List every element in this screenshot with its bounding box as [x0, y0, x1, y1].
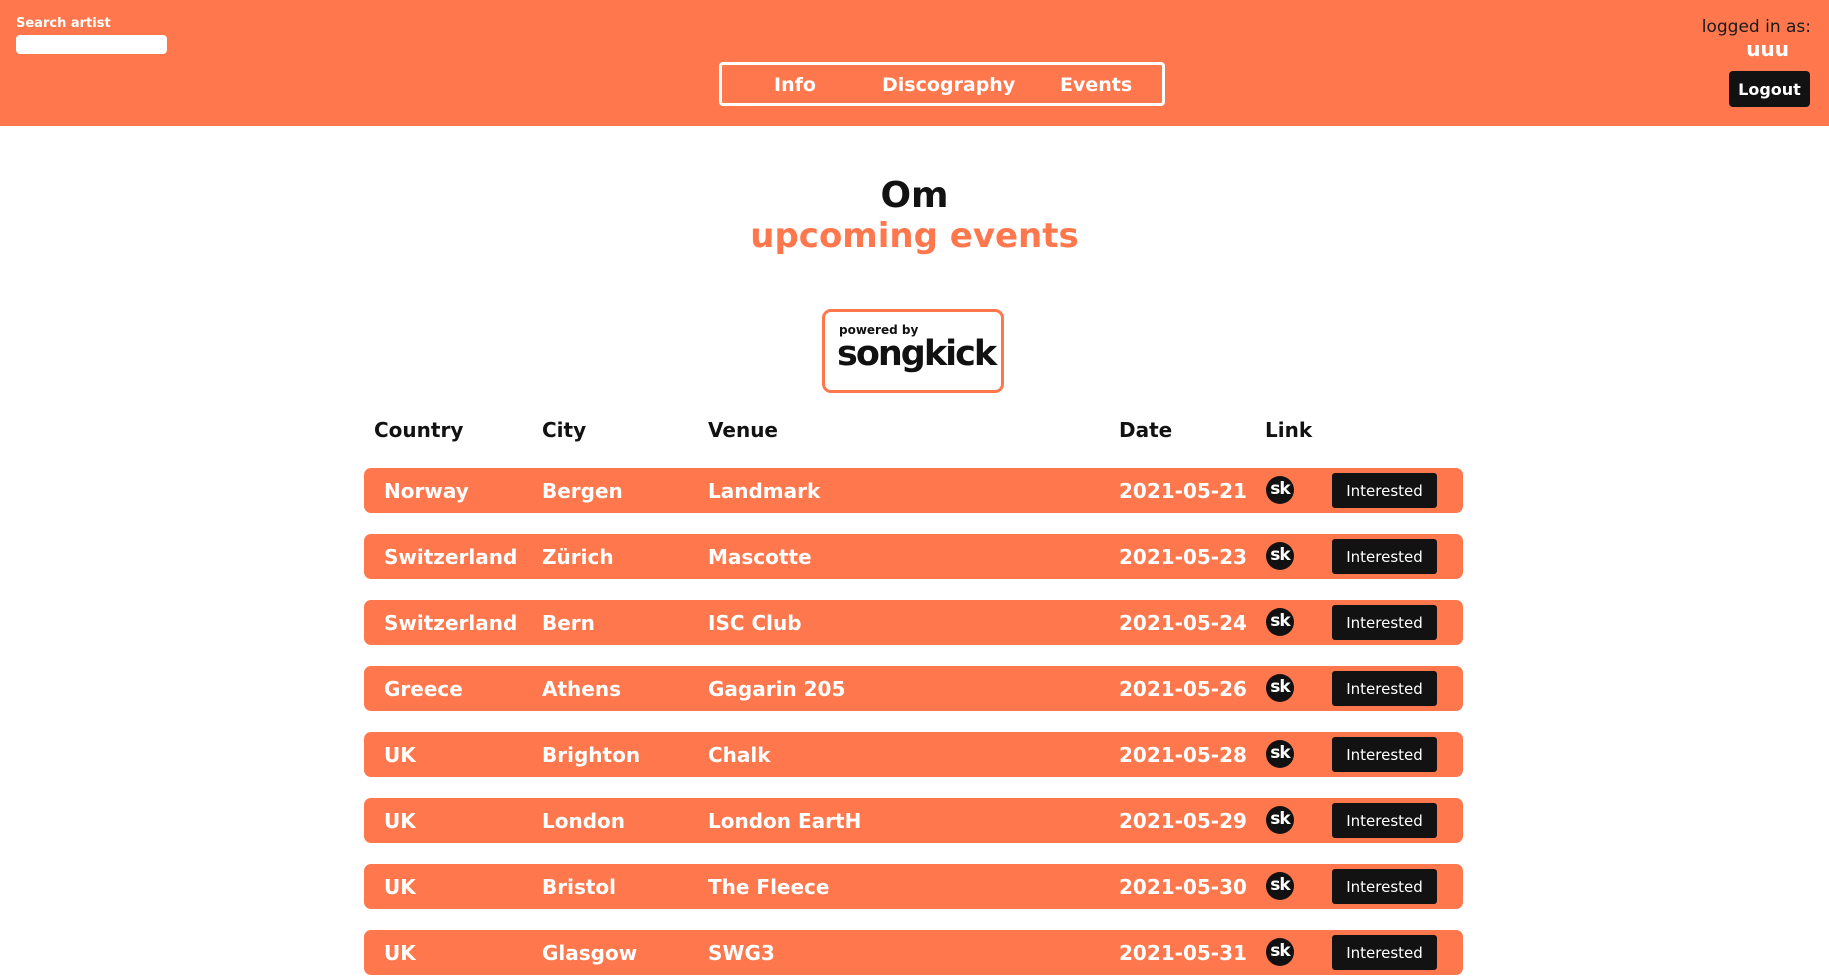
event-city: Glasgow [542, 941, 638, 965]
event-venue: Mascotte [708, 545, 812, 569]
event-venue: Chalk [708, 743, 771, 767]
column-header-venue: Venue [708, 418, 778, 442]
event-country: Norway [384, 479, 469, 503]
event-row: Norway Bergen Landmark 2021-05-21 sk Interest… [364, 468, 1463, 513]
powered-by-songkick-badge[interactable]: powered by songkick [822, 309, 1004, 393]
event-row: UK Glasgow SWG3 2021-05-31 sk Interested [364, 930, 1463, 975]
interested-button[interactable]: Interested [1332, 737, 1437, 772]
event-venue: The Fleece [708, 875, 830, 899]
main-nav: Info Discography Events [719, 62, 1165, 106]
event-country: Greece [384, 677, 463, 701]
nav-events[interactable]: Events [1060, 74, 1132, 96]
column-header-city: City [542, 418, 587, 442]
event-venue: SWG3 [708, 941, 775, 965]
top-header: Search artist Info Discography Events lo… [0, 0, 1829, 126]
songkick-link-icon[interactable]: sk [1266, 542, 1294, 570]
event-city: Bristol [542, 875, 617, 899]
event-date: 2021-05-21 [1119, 479, 1247, 503]
songkick-link-icon[interactable]: sk [1266, 806, 1294, 834]
event-venue: Gagarin 205 [708, 677, 846, 701]
event-date: 2021-05-23 [1119, 545, 1247, 569]
section-title: upcoming events [750, 216, 1079, 256]
event-date: 2021-05-26 [1119, 677, 1247, 701]
event-city: Bern [542, 611, 595, 635]
event-city: Bergen [542, 479, 623, 503]
event-country: UK [384, 809, 416, 833]
event-date: 2021-05-29 [1119, 809, 1247, 833]
event-row: Switzerland Bern ISC Club 2021-05-24 sk Inter… [364, 600, 1463, 645]
event-date: 2021-05-28 [1119, 743, 1247, 767]
search-artist-input[interactable] [16, 35, 167, 54]
interested-button[interactable]: Interested [1332, 671, 1437, 706]
event-city: Brighton [542, 743, 641, 767]
logged-in-username: uuu [1746, 37, 1789, 61]
column-header-link: Link [1265, 418, 1313, 442]
event-row: Greece Athens Gagarin 205 2021-05-26 sk Inter… [364, 666, 1463, 711]
interested-button[interactable]: Interested [1332, 803, 1437, 838]
songkick-link-icon[interactable]: sk [1266, 740, 1294, 768]
column-header-date: Date [1119, 418, 1173, 442]
event-city: Zürich [542, 545, 614, 569]
artist-name: Om [880, 175, 949, 216]
songkick-link-icon[interactable]: sk [1266, 872, 1294, 900]
logged-in-label: logged in as: [1701, 17, 1811, 37]
event-country: UK [384, 875, 416, 899]
event-country: Switzerland [384, 611, 518, 635]
interested-button[interactable]: Interested [1332, 935, 1437, 970]
songkick-link-icon[interactable]: sk [1266, 674, 1294, 702]
event-row: Switzerland Zürich Mascotte 2021-05-23 sk Int… [364, 534, 1463, 579]
event-country: UK [384, 743, 416, 767]
event-row: UK Brighton Chalk 2021-05-28 sk Interested [364, 732, 1463, 777]
interested-button[interactable]: Interested [1332, 605, 1437, 640]
logout-button[interactable]: Logout [1729, 71, 1810, 107]
songkick-logo: songkick [837, 334, 997, 374]
event-venue: ISC Club [708, 611, 802, 635]
event-venue: London EartH [708, 809, 862, 833]
event-date: 2021-05-31 [1119, 941, 1247, 965]
event-country: UK [384, 941, 416, 965]
event-country: Switzerland [384, 545, 518, 569]
event-date: 2021-05-30 [1119, 875, 1247, 899]
songkick-link-icon[interactable]: sk [1266, 938, 1294, 966]
interested-button[interactable]: Interested [1332, 539, 1437, 574]
event-row: UK London London EartH 2021-05-29 sk Interest… [364, 798, 1463, 843]
event-date: 2021-05-24 [1119, 611, 1247, 635]
column-header-country: Country [374, 418, 464, 442]
interested-button[interactable]: Interested [1332, 473, 1437, 508]
event-city: London [542, 809, 626, 833]
interested-button[interactable]: Interested [1332, 869, 1437, 904]
event-row: UK Bristol The Fleece 2021-05-30 sk Intereste… [364, 864, 1463, 909]
songkick-link-icon[interactable]: sk [1266, 476, 1294, 504]
nav-info[interactable]: Info [774, 74, 816, 96]
event-city: Athens [542, 677, 621, 701]
nav-discography[interactable]: Discography [882, 74, 1015, 96]
search-label: Search artist [16, 16, 111, 31]
songkick-link-icon[interactable]: sk [1266, 608, 1294, 636]
event-venue: Landmark [708, 479, 821, 503]
